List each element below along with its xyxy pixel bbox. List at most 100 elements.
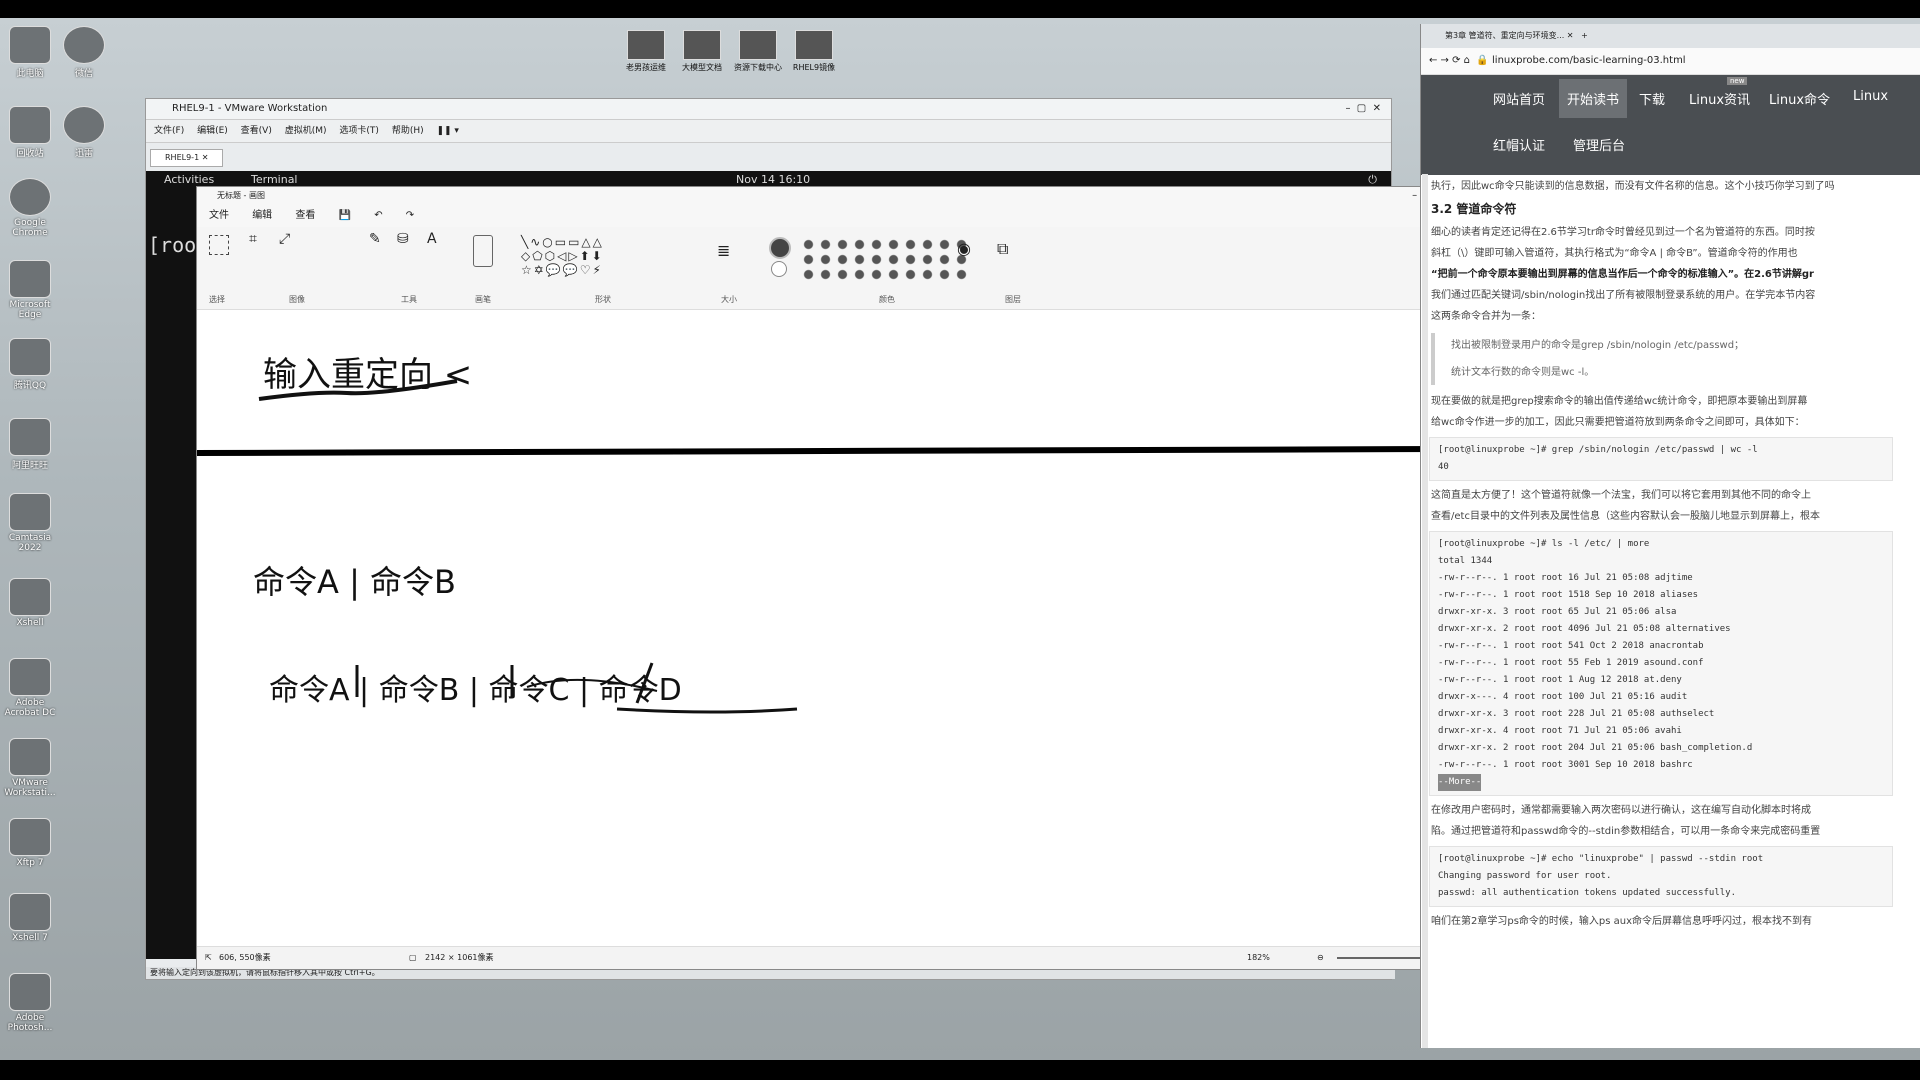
paint-titlebar: 无标题 - 画图 – ▢ ✕ [197,187,1462,205]
brush-icon[interactable] [473,235,493,267]
pencil-icon[interactable]: ✎ [369,231,381,247]
desktop-icon-wangwang[interactable]: 阿里旺旺 [0,418,60,471]
nav-download[interactable]: 下载 [1639,89,1665,108]
vm-tab-rhel9-1[interactable]: RHEL9-1 ✕ [150,149,224,167]
menu-help[interactable]: 帮助(H) [392,126,424,136]
desktop-icon-thunder[interactable]: 迅雷 [54,106,114,159]
nav-admin[interactable]: 管理后台 [1573,135,1625,154]
color2-swatch[interactable] [771,261,787,277]
menu-tabs[interactable]: 选项卡(T) [339,126,379,136]
select-tool-icon[interactable] [209,235,229,255]
group-tools: 工具 [401,295,417,304]
fill-icon[interactable]: ⛁ [397,231,409,247]
color-palette[interactable] [800,237,970,281]
acrobat-icon [9,658,51,696]
para1-line1: 细心的读者肯定还记得在2.6节学习tr命令时曾经见到过一个名为管道符的东西。同时… [1431,227,1815,238]
camtasia-icon [9,493,51,531]
menu-file[interactable]: 文件 [209,210,229,221]
desktop-icon-xshell7[interactable]: Xshell 7 [0,893,60,943]
desktop-icon-xshell[interactable]: Xshell [0,578,60,628]
cursor-position: 606, 550像素 [219,953,271,962]
para2-line1: 现在要做的就是把grep搜索命令的输出值传递给wc统计命令，即把原本要输出到屏幕 [1431,396,1808,407]
chrome-icon [9,178,51,216]
resize-icon[interactable]: ⤢ [279,231,290,247]
para3-line1: 这简直是太方便了！这个管道符就像一个法宝，我们可以将它套用到其他不同的命令上 [1431,490,1811,501]
canvas-size: 2142 × 1061像素 [425,953,494,962]
nav-home[interactable]: 网站首页 [1493,89,1545,108]
desktop-folder-3[interactable]: 资源下载中心 [730,30,786,73]
menu-vm[interactable]: 虚拟机(M) [285,126,327,136]
nav-linux-news[interactable]: Linux资讯 [1689,89,1750,108]
crop-icon[interactable]: ⌗ [249,231,257,247]
save-icon[interactable]: 💾 [339,210,351,221]
edge-icon [9,260,51,298]
desktop-folder-4[interactable]: RHEL9镜像 [786,30,842,73]
desktop-icon-xftp[interactable]: Xftp 7 [0,818,60,868]
pause-icon[interactable]: ❚❚ ▾ [436,126,458,136]
desktop-folder-2[interactable]: 大模型文档 [674,30,730,73]
layers-icon[interactable]: ⧉ [997,239,1008,259]
desktop-icon-recycle-bin[interactable]: 回收站 [0,106,60,159]
folder-icon [739,30,777,60]
desktop-icon-wechat[interactable]: 微信 [54,26,114,79]
zoom-slider[interactable] [1337,957,1433,959]
para1-line5: 这两条命令合并为一条： [1431,311,1541,322]
site-nav: 网站首页 开始读书 下载 Linux资讯 new Linux命令 Linux 红… [1421,75,1920,175]
group-size: 大小 [721,295,737,304]
shapes-gallery[interactable]: ╲∿○▭▭△△ ◇⬠⬡◁▷⬆⬇ ☆✡💬💬♡⚡ [521,235,604,277]
zoom-level[interactable]: 182% [1247,947,1270,969]
menu-edit[interactable]: 编辑 [252,210,272,221]
undo-icon[interactable]: ↶ [374,210,382,221]
folder-icon [627,30,665,60]
window-controls[interactable]: – ▢ ✕ [1345,99,1381,119]
group-layers: 图层 [1005,295,1021,304]
paint-canvas[interactable]: 输入重定向 < 命令A | 命令B 命令A | 命令B | 命令C | 命令D [197,311,1462,961]
redo-icon[interactable]: ↷ [406,210,414,221]
new-badge: new [1727,77,1748,85]
nav-redhat[interactable]: 红帽认证 [1493,135,1545,154]
photoshop-icon [9,973,51,1011]
menu-view[interactable]: 查看 [295,210,315,221]
address-bar[interactable]: ← → ⟳ ⌂ 🔒 linuxprobe.com/basic-learning-… [1421,48,1920,75]
para3-line2: 查看/etc目录中的文件列表及属性信息（这些内容默认会一股脑儿地显示到屏幕上，根… [1431,511,1820,522]
nav-linux-cmd[interactable]: Linux命令 [1769,89,1830,108]
nav-start-reading[interactable]: 开始读书 [1559,79,1628,118]
desktop-icon-qq[interactable]: 腾讯QQ [0,338,60,391]
size-icon[interactable]: ≣ [717,241,730,260]
desktop-folder-1[interactable]: 老男孩运维 [618,30,674,73]
para1-line3: “把前一个命令原本要输出到屏幕的信息当作后一个命令的标准输入”。在2.6节讲解g… [1431,269,1814,280]
desktop-icon-camtasia[interactable]: Camtasia 2022 [0,493,60,553]
canvas-drawing [197,379,1453,714]
code-block-grep: [root@linuxprobe ~]# grep /sbin/nologin … [1429,437,1893,481]
page-scrollbar[interactable] [1422,174,1428,1048]
group-colors: 颜色 [879,295,895,304]
menu-view[interactable]: 查看(V) [241,126,272,136]
vmware-titlebar: RHEL9-1 - VMware Workstation – ▢ ✕ [146,99,1391,120]
menu-file[interactable]: 文件(F) [154,126,184,136]
desktop-icon-this-pc[interactable]: 此电脑 [0,26,60,79]
text-tool-icon[interactable]: A [427,231,437,247]
edit-colors-icon[interactable]: ◉ [957,239,971,258]
color1-swatch[interactable] [769,237,791,259]
paint-title: 无标题 - 画图 [217,191,265,200]
desktop-icon-edge[interactable]: Microsoft Edge [0,260,60,320]
desktop-icon-chrome[interactable]: Google Chrome [0,178,60,238]
paint-ribbon: ⌗ ⤢ ✎ ⛁ A ╲∿○▭▭△△◇⬠⬡◁▷⬆⬇☆✡💬💬♡⚡ ≣ ◉ ⧉ ⚙ 选… [197,227,1462,310]
group-image: 图像 [289,295,305,304]
nav-linux[interactable]: Linux [1853,89,1888,104]
desktop-icon-acrobat[interactable]: Adobe Acrobat DC [0,658,60,718]
canvas-text-pipe-abcd: 命令A | 命令B | 命令C | 命令D [269,673,682,708]
wechat-icon [63,26,105,64]
computer-icon [9,26,51,64]
para2-line2: 给wc命令作进一步的加工，因此只需要把管道符放到两条命令之间即可，具体如下： [1431,417,1805,428]
desktop-icon-vmware[interactable]: VMware Workstati... [0,738,60,798]
canvas-text-pipe-ab: 命令A | 命令B [253,563,456,601]
desktop-icon-photoshop[interactable]: Adobe Photosh... [0,973,60,1033]
browser-tab[interactable]: 第3章 管道符、重定向与环境变... ✕ + [1421,24,1920,48]
xshell7-icon [9,893,51,931]
qq-icon [9,338,51,376]
quote-block: 找出被限制登录用户的命令是grep /sbin/nologin /etc/pas… [1431,333,1891,385]
section-title: 3.2 管道命令符 [1431,202,1517,216]
menu-edit[interactable]: 编辑(E) [197,126,228,136]
zoom-out-icon[interactable]: ⊖ [1317,947,1324,969]
